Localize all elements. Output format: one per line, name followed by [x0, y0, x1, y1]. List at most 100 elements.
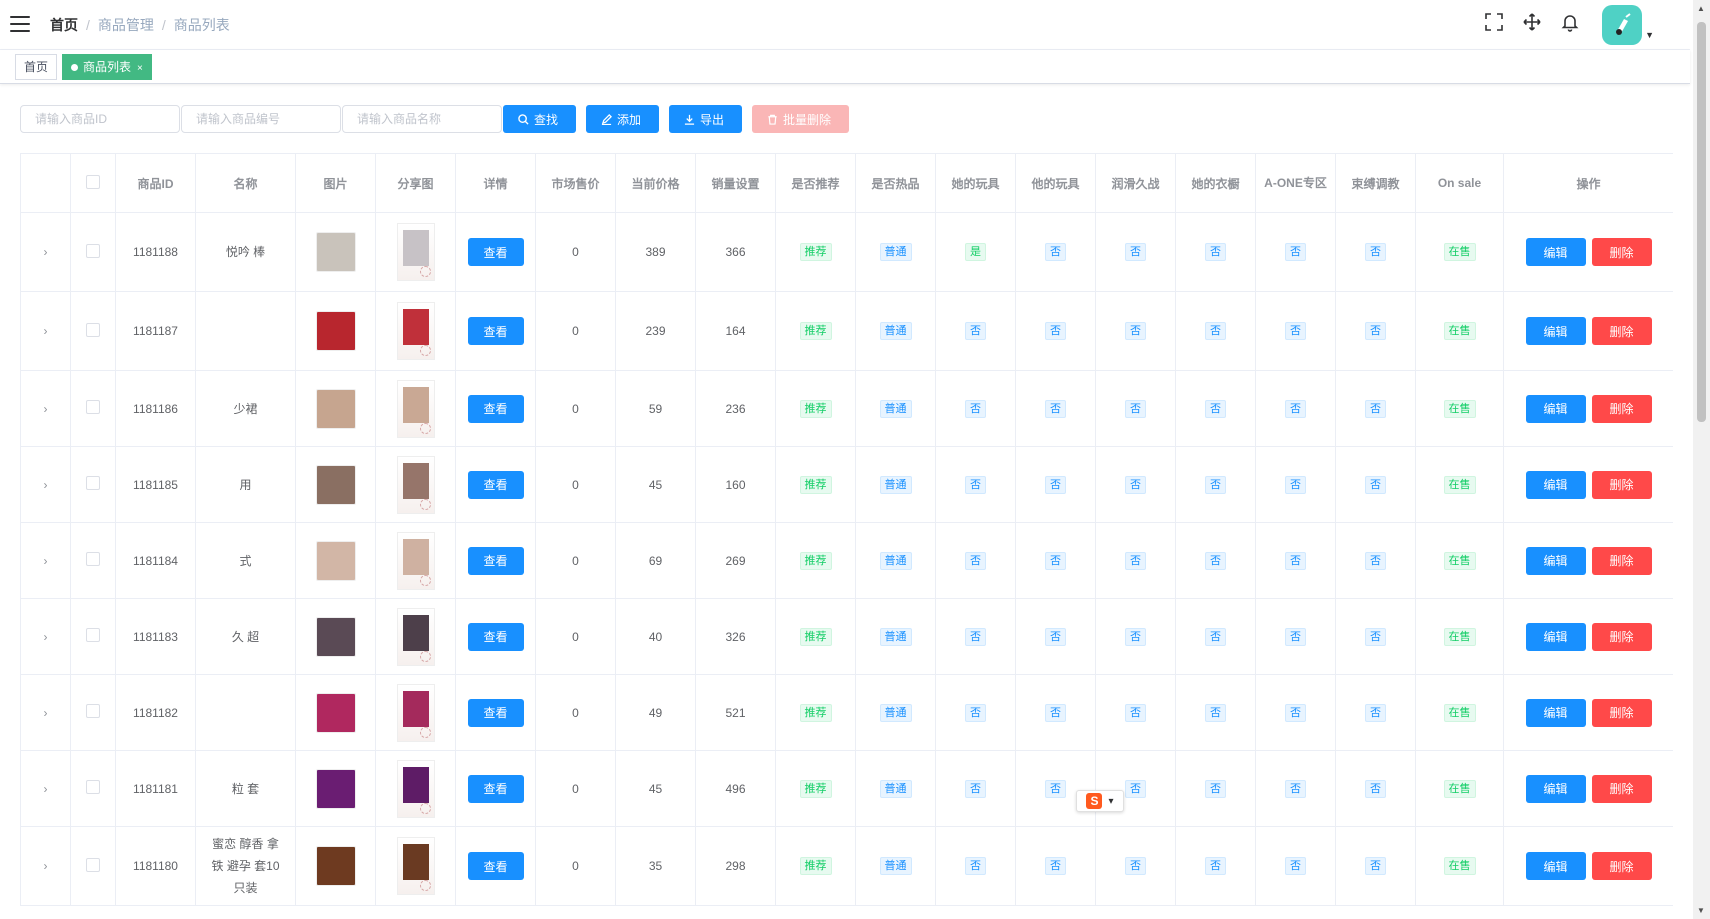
tag-home[interactable]: 首页 — [15, 54, 58, 80]
share-image-thumbnail[interactable] — [396, 223, 435, 281]
edit-button[interactable]: 编辑 — [1525, 852, 1586, 880]
ime-caret-icon[interactable]: ▾ — [1108, 796, 1113, 807]
row-checkbox[interactable] — [86, 400, 100, 414]
view-detail-button[interactable]: 查看 — [467, 238, 524, 266]
product-name-input[interactable] — [342, 105, 502, 133]
expand-row-icon[interactable]: › — [44, 478, 48, 492]
delete-button[interactable]: 删除 — [1591, 774, 1652, 803]
delete-button[interactable]: 删除 — [1591, 852, 1652, 880]
hamburger-menu-icon[interactable] — [10, 16, 30, 32]
vertical-scrollbar[interactable]: ▲ ▼ — [1693, 0, 1710, 919]
export-button[interactable]: 导出 — [669, 105, 742, 133]
share-image-thumbnail[interactable] — [396, 379, 435, 438]
add-button[interactable]: 添加 — [586, 105, 659, 133]
edit-button[interactable]: 编辑 — [1525, 774, 1586, 803]
select-all-checkbox[interactable] — [86, 174, 100, 189]
delete-button[interactable]: 删除 — [1591, 470, 1652, 499]
row-checkbox[interactable] — [86, 476, 100, 490]
batch-delete-button[interactable]: 批量删除 — [752, 105, 849, 133]
delete-button[interactable]: 删除 — [1591, 394, 1652, 423]
edit-button[interactable]: 编辑 — [1525, 698, 1586, 727]
delete-button[interactable]: 删除 — [1591, 622, 1652, 651]
product-thumbnail[interactable] — [315, 846, 356, 886]
share-image-cell — [375, 370, 456, 447]
delete-button[interactable]: 删除 — [1591, 546, 1652, 575]
product-thumbnail[interactable] — [315, 232, 356, 272]
tag-close-icon[interactable]: × — [137, 63, 143, 74]
row-checkbox[interactable] — [86, 322, 100, 337]
view-detail-button[interactable]: 查看 — [467, 394, 524, 423]
expand-row-icon[interactable]: › — [44, 630, 48, 644]
expand-row-icon[interactable]: › — [44, 782, 48, 796]
share-image-thumbnail[interactable] — [396, 302, 435, 360]
image-cell — [295, 291, 376, 371]
lube-tag: 否 — [1125, 857, 1146, 875]
expand-row-icon[interactable]: › — [44, 859, 48, 873]
fullscreen-icon[interactable] — [1484, 12, 1504, 32]
product-thumbnail[interactable] — [315, 388, 356, 429]
breadcrumb-home[interactable]: 首页 — [50, 17, 78, 33]
view-detail-button[interactable]: 查看 — [467, 546, 524, 575]
expand-row-icon[interactable]: › — [44, 706, 48, 720]
share-image-thumbnail[interactable] — [396, 837, 435, 895]
edit-button[interactable]: 编辑 — [1525, 546, 1586, 575]
view-detail-button[interactable]: 查看 — [467, 774, 524, 803]
user-avatar[interactable] — [1602, 5, 1642, 45]
row-checkbox[interactable] — [86, 780, 100, 794]
ime-toolbar[interactable]: S ▾ — [1076, 790, 1124, 812]
share-image-thumbnail[interactable] — [396, 759, 435, 818]
edit-button[interactable]: 编辑 — [1525, 622, 1586, 651]
bondage-tag: 否 — [1365, 322, 1386, 340]
delete-button[interactable]: 删除 — [1591, 238, 1652, 266]
row-checkbox[interactable] — [86, 704, 100, 718]
view-detail-button[interactable]: 查看 — [467, 852, 524, 880]
product-thumbnail[interactable] — [315, 311, 356, 351]
view-detail-button[interactable]: 查看 — [467, 317, 524, 345]
market-price-cell: 0 — [535, 212, 616, 292]
delete-button[interactable]: 删除 — [1591, 698, 1652, 727]
product-id-input[interactable] — [20, 105, 180, 133]
expand-cell: › — [20, 370, 71, 447]
product-name: 蜜恋 醇香 拿铁 避孕 套10只装 — [211, 837, 280, 895]
view-detail-button[interactable]: 查看 — [467, 698, 524, 727]
edit-button[interactable]: 编辑 — [1525, 238, 1586, 266]
table-row: › 1181181 粒 套 查看 0 45 496 推荐 普通 否 否 否 否 否 否 在售 编辑 删除 — [20, 750, 1673, 827]
view-detail-button[interactable]: 查看 — [467, 622, 524, 651]
scrollbar-thumb[interactable] — [1697, 22, 1706, 422]
row-checkbox[interactable] — [86, 243, 100, 258]
row-checkbox[interactable] — [86, 552, 100, 566]
product-thumbnail[interactable] — [315, 768, 356, 809]
share-image-thumbnail[interactable] — [396, 531, 435, 590]
header-his-toys: 他的玩具 — [1015, 153, 1096, 213]
product-thumbnail[interactable] — [315, 616, 356, 657]
scroll-up-arrow-icon[interactable]: ▲ — [1697, 4, 1705, 13]
share-image-thumbnail[interactable] — [396, 607, 435, 666]
bell-icon[interactable] — [1560, 12, 1580, 32]
product-thumbnail[interactable] — [315, 692, 356, 733]
expand-row-icon[interactable]: › — [44, 554, 48, 568]
product-code-input[interactable] — [181, 105, 341, 133]
product-thumbnail[interactable] — [315, 464, 356, 505]
edit-button[interactable]: 编辑 — [1525, 394, 1586, 423]
edit-button[interactable]: 编辑 — [1525, 317, 1586, 345]
view-detail-button[interactable]: 查看 — [467, 470, 524, 499]
expand-row-icon[interactable]: › — [44, 402, 48, 416]
share-image-thumbnail[interactable] — [396, 455, 435, 514]
delete-button[interactable]: 删除 — [1591, 317, 1652, 345]
bondage-cell: 否 — [1335, 522, 1416, 599]
search-button[interactable]: 查找 — [503, 105, 576, 133]
expand-row-icon[interactable]: › — [44, 324, 48, 338]
row-checkbox[interactable] — [86, 628, 100, 642]
drag-move-icon[interactable] — [1522, 12, 1542, 32]
product-thumbnail[interactable] — [315, 540, 356, 581]
share-image-thumbnail[interactable] — [396, 683, 435, 742]
avatar-dropdown-caret-icon[interactable]: ▼ — [1645, 30, 1654, 40]
row-checkbox[interactable] — [86, 857, 100, 872]
tag-product-list[interactable]: 商品列表 × — [62, 54, 152, 80]
her-wardrobe-tag: 否 — [1205, 475, 1226, 494]
breadcrumb-product-management[interactable]: 商品管理 — [98, 17, 154, 33]
on-sale-tag: 在售 — [1443, 322, 1476, 340]
scroll-down-arrow-icon[interactable]: ▼ — [1697, 906, 1705, 915]
edit-button[interactable]: 编辑 — [1525, 470, 1586, 499]
expand-row-icon[interactable]: › — [44, 245, 48, 259]
